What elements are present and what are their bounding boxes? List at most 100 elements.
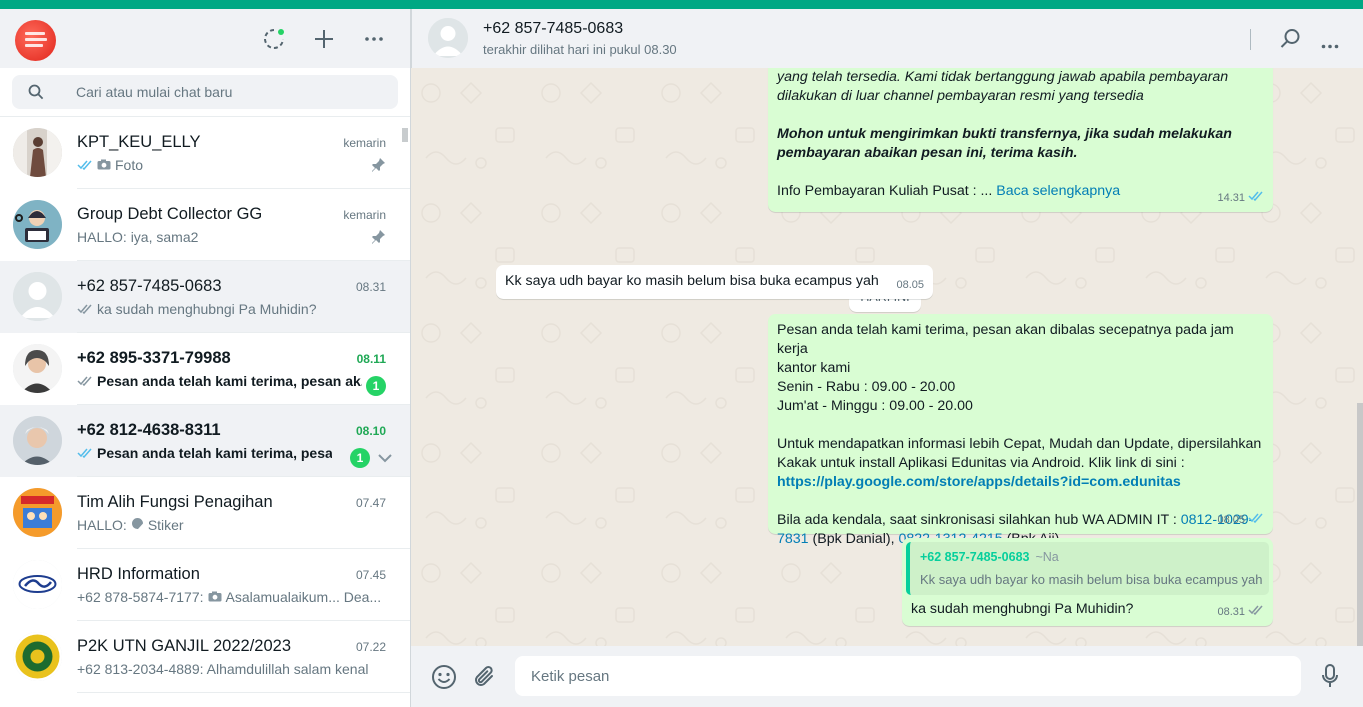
- mic-icon[interactable]: [1322, 664, 1338, 693]
- menu-icon[interactable]: [362, 27, 386, 51]
- chat-time: 07.47: [355, 496, 386, 510]
- chat-item-group-debt-collector[interactable]: Group Debt Collector GG kemarin HALLO: i…: [0, 189, 410, 261]
- chat-name: Tim Alih Fungsi Penagihan: [77, 493, 273, 511]
- app-top-bar: [0, 0, 1363, 9]
- search-bar: [0, 68, 410, 117]
- delivered-ticks-icon: [1248, 603, 1264, 622]
- conversation-pane: +62 857-7485-0683 terakhir dilihat hari …: [411, 9, 1363, 707]
- emoji-icon[interactable]: [431, 664, 457, 695]
- read-ticks-icon: [77, 157, 93, 173]
- chat-name: +62 857-7485-0683: [77, 277, 222, 295]
- chat-list: KPT_KEU_ELLY kemarin Foto Group Debt Col…: [0, 117, 410, 707]
- chevron-down-icon[interactable]: [378, 450, 392, 468]
- delivered-ticks-icon: [77, 301, 93, 317]
- search-box: [12, 75, 398, 109]
- chat-preview-sender: +62 878-5874-7177:: [77, 589, 204, 605]
- message-line-bold: pembayaran abaikan pesan ini, terima kas…: [777, 145, 1078, 161]
- chat-preview: +62 813-2034-4889: Alhamdulillah salam k…: [77, 661, 387, 677]
- quote-author: +62 857-7485-0683 ~Na: [920, 548, 1059, 567]
- avatar: [13, 344, 62, 393]
- quoted-message[interactable]: +62 857-7485-0683 ~Na Kk saya udh bayar k…: [906, 542, 1269, 595]
- message-line: kantor kami: [777, 360, 851, 376]
- new-chat-icon[interactable]: [312, 27, 336, 51]
- chat-time: 08.10: [355, 424, 386, 438]
- sticker-icon: [131, 517, 144, 533]
- message-meta: 08.05: [896, 276, 924, 295]
- message-line: Info Pembayaran Kuliah Pusat : ...: [777, 183, 993, 199]
- chat-preview-text: Stiker: [147, 517, 184, 533]
- quote-author-number: +62 857-7485-0683: [920, 550, 1030, 564]
- chat-item-6281246388311[interactable]: +62 812-4638-8311 08.10 Pesan anda telah…: [0, 405, 410, 477]
- chat-name: Group Debt Collector GG: [77, 205, 263, 223]
- contact-name: +62 857-7485-0683: [483, 20, 624, 37]
- chat-name: KPT_KEU_ELLY: [77, 133, 201, 151]
- attach-icon[interactable]: [473, 664, 497, 695]
- header-divider: [1250, 29, 1251, 50]
- chat-list-scrollbar[interactable]: [402, 128, 408, 142]
- message-line: Pesan anda telah kami terima, pesan akan…: [777, 322, 1234, 357]
- chat-name: +62 895-3371-79988: [77, 349, 231, 367]
- message-bubble-outgoing[interactable]: Pesan anda telah kami terima, pesan akan…: [768, 314, 1273, 547]
- chat-item-hrd-information[interactable]: HRD Information 07.45 +62 878-5874-7177:…: [0, 549, 410, 621]
- chat-item-kpt-keu-elly[interactable]: KPT_KEU_ELLY kemarin Foto: [0, 117, 410, 189]
- chat-preview-text: Asalamualaikum... Dea...: [225, 589, 382, 605]
- chat-preview-text: ka sudah menghubngi Pa Muhidin?: [97, 301, 317, 317]
- unread-badge: 1: [366, 376, 386, 396]
- message-line: dilakukan di luar channel pembayaran res…: [777, 88, 1144, 104]
- play-store-link[interactable]: https://play.google.com/store/apps/detai…: [777, 473, 1267, 492]
- message-bubble-incoming[interactable]: Kk saya udh bayar ko masih belum bisa bu…: [496, 265, 933, 299]
- chat-name: P2K UTN GANJIL 2022/2023: [77, 637, 292, 655]
- search-input[interactable]: [76, 75, 376, 109]
- read-ticks-icon: [1248, 189, 1264, 208]
- sidebar: KPT_KEU_ELLY kemarin Foto Group Debt Col…: [0, 9, 411, 707]
- message-line: Bila ada kendala, saat sinkronisasi sila…: [777, 512, 1177, 528]
- search-icon[interactable]: [1280, 28, 1301, 54]
- my-profile-avatar[interactable]: [15, 20, 56, 61]
- phone-link[interactable]: 7831: [777, 531, 809, 547]
- chat-preview-sender: HALLO:: [77, 517, 127, 533]
- compose-bar: [411, 646, 1363, 707]
- default-avatar-icon[interactable]: [428, 18, 468, 58]
- camera-icon: [97, 157, 111, 173]
- unread-badge: 1: [350, 448, 370, 468]
- message-line-bold: Mohon untuk mengirimkan bukti transferny…: [777, 126, 1232, 142]
- chat-name: HRD Information: [77, 565, 200, 583]
- chat-time: kemarin: [343, 136, 386, 150]
- message-meta: 08.31: [1217, 603, 1264, 622]
- default-avatar-icon: [13, 272, 62, 321]
- message-line: Kakak untuk install Aplikasi Edunitas vi…: [777, 455, 1185, 471]
- message-meta: 08.05: [1217, 511, 1264, 530]
- sidebar-header: [0, 9, 410, 68]
- avatar: [13, 560, 62, 609]
- search-icon[interactable]: [28, 84, 44, 105]
- read-ticks-icon: [77, 445, 93, 461]
- pin-icon: [371, 229, 386, 249]
- avatar: [13, 416, 62, 465]
- message-bubble-outgoing[interactable]: +62 857-7485-0683 ~Na Kk saya udh bayar k…: [902, 538, 1273, 626]
- status-icon[interactable]: [262, 27, 286, 51]
- message-line: Untuk mendapatkan informasi lebih Cepat,…: [777, 436, 1262, 452]
- message-text: yang telah tersedia. Kami tidak bertangg…: [777, 68, 1232, 201]
- read-more-link[interactable]: Baca selengkapnya: [996, 183, 1120, 199]
- message-line: Senin - Rabu : 09.00 - 20.00: [777, 379, 956, 395]
- chat-item-6285774850683[interactable]: +62 857-7485-0683 08.31 ka sudah menghub…: [0, 261, 410, 333]
- message-input[interactable]: [515, 656, 1301, 696]
- chat-time: 08.31: [355, 280, 386, 294]
- chat-name: +62 812-4638-8311: [77, 421, 221, 439]
- chat-preview: HALLO: Stiker: [77, 517, 362, 533]
- chat-item-p2k-utn[interactable]: P2K UTN GANJIL 2022/2023 07.22 +62 813-2…: [0, 621, 410, 693]
- message-time: 08.05: [896, 279, 924, 291]
- conversation-header[interactable]: +62 857-7485-0683 terakhir dilihat hari …: [411, 9, 1363, 68]
- quote-author-nick: ~Na: [1035, 550, 1059, 564]
- message-bubble-outgoing[interactable]: yang telah tersedia. Kami tidak bertangg…: [768, 68, 1273, 212]
- chat-time: 07.45: [355, 568, 386, 582]
- chat-item-tim-alih-fungsi[interactable]: Tim Alih Fungsi Penagihan 07.47 HALLO: S…: [0, 477, 410, 549]
- message-line: yang telah tersedia. Kami tidak bertangg…: [777, 69, 1229, 85]
- chat-preview: HALLO: iya, sama2: [77, 229, 362, 245]
- message-line: Jum'at - Minggu : 09.00 - 20.00: [777, 398, 973, 414]
- message-scrollbar[interactable]: [1357, 403, 1363, 646]
- chat-preview: Pesan anda telah kami terima, pesa...: [77, 445, 332, 461]
- chat-preview: Pesan anda telah kami terima, pesan ak..…: [77, 373, 362, 389]
- chat-item-628953371799[interactable]: +62 895-3371-79988 08.11 Pesan anda tela…: [0, 333, 410, 405]
- menu-icon[interactable]: [1321, 36, 1339, 54]
